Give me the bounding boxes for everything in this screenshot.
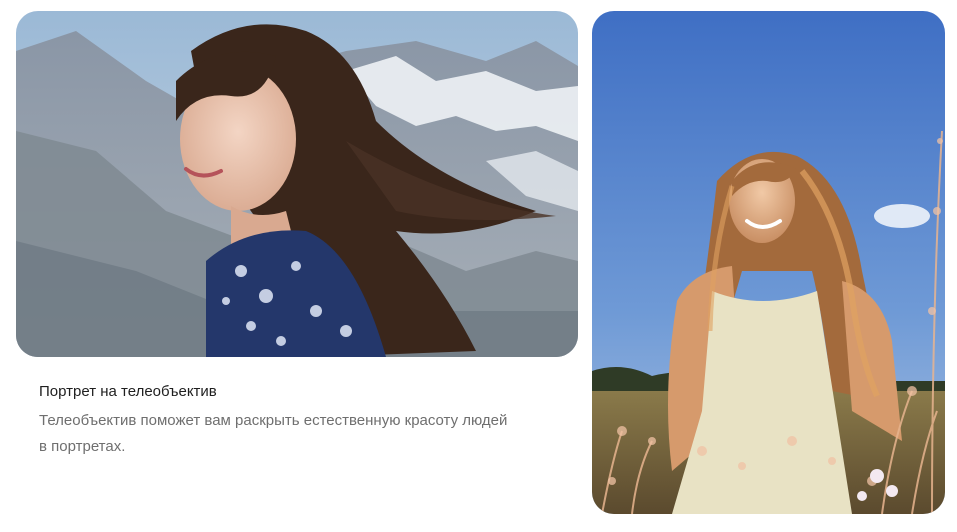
portrait-mountains-image bbox=[16, 11, 578, 357]
feature-caption: Портрет на телеобъектив Телеобъектив пом… bbox=[39, 382, 539, 460]
feature-section: Портрет на телеобъектив Телеобъектив пом… bbox=[0, 0, 957, 532]
portrait-photo-mountains bbox=[16, 11, 578, 357]
portrait-field-image bbox=[592, 11, 945, 514]
feature-description: Телеобъектив поможет вам раскрыть естест… bbox=[39, 412, 508, 455]
feature-title: Портрет на телеобъектив bbox=[39, 383, 217, 400]
portrait-photo-field bbox=[592, 11, 945, 514]
